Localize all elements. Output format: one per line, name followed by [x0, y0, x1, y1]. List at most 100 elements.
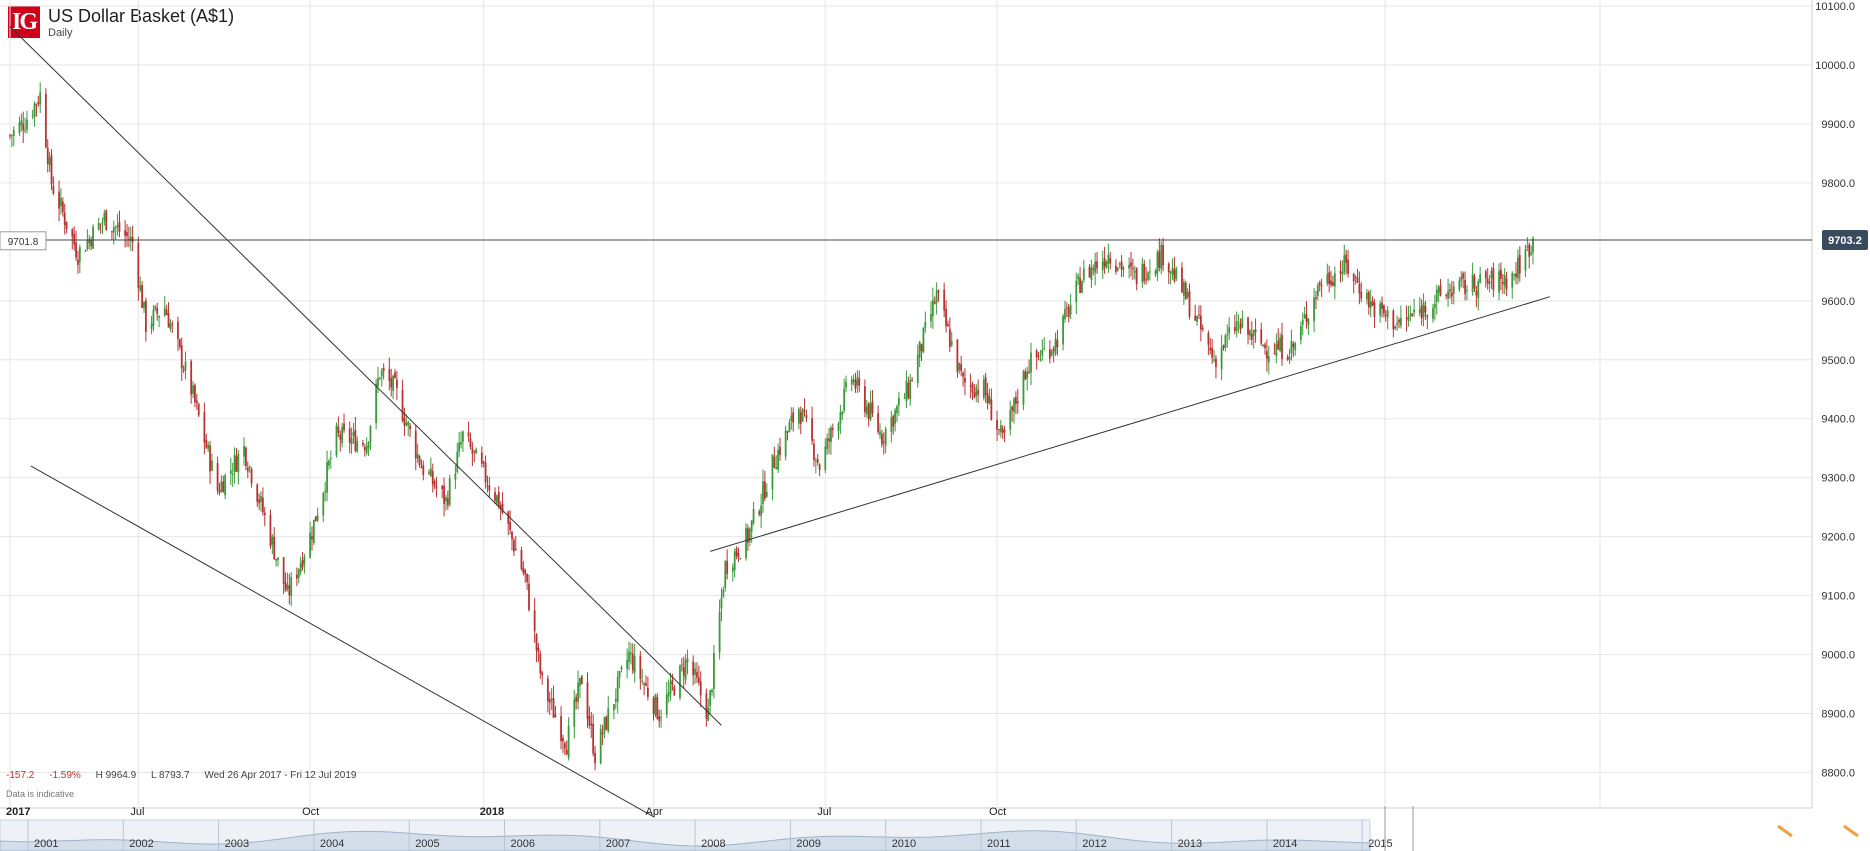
candle-body: [652, 697, 655, 714]
candle-down: [1473, 273, 1476, 292]
candle-down: [205, 433, 208, 449]
candle-body: [92, 226, 94, 249]
candle-up: [918, 341, 921, 368]
candle-body: [105, 210, 108, 230]
candle-body: [1028, 371, 1031, 374]
candle-down: [1320, 278, 1323, 297]
candle-body: [58, 191, 60, 209]
candle-body: [1343, 255, 1346, 273]
navigator-year-label: 2013: [1178, 838, 1202, 850]
scroll-left-arrow-icon[interactable]: [1774, 822, 1796, 840]
candle-down: [1367, 290, 1370, 315]
candle-up: [150, 315, 153, 335]
candle-body: [1016, 401, 1019, 404]
candle-body: [1105, 261, 1108, 268]
candle-up: [378, 376, 381, 381]
candle-body: [803, 410, 806, 412]
candle-body: [1199, 315, 1202, 330]
candle-body: [535, 634, 538, 651]
candle-body: [1486, 278, 1489, 284]
candle-body: [1290, 340, 1293, 354]
candle-down: [1500, 262, 1502, 291]
candle-down: [171, 320, 174, 333]
candle-body: [705, 693, 708, 719]
candle-body: [1347, 259, 1349, 274]
candle-up: [365, 437, 368, 456]
candle-body: [1043, 348, 1046, 350]
candle-body: [101, 221, 104, 223]
candle-body: [1381, 302, 1383, 309]
candle-down: [1332, 275, 1334, 287]
candle-down: [658, 709, 661, 728]
candle-down: [575, 693, 578, 710]
candle-body: [579, 678, 581, 687]
candle-body: [1224, 335, 1227, 348]
candle-body: [1052, 348, 1055, 351]
scroll-right-arrow-icon[interactable]: [1840, 822, 1862, 840]
candle-body: [850, 379, 853, 385]
candle-down: [1424, 300, 1427, 320]
candle-body: [312, 519, 315, 543]
candle-body: [488, 485, 491, 491]
candle-body: [339, 434, 342, 440]
candle-body: [575, 696, 578, 702]
candle-body: [737, 553, 740, 558]
candle-body: [1392, 310, 1395, 330]
candle-body: [1326, 274, 1329, 284]
candle-down: [586, 672, 589, 728]
navigator-year-label: 2006: [511, 838, 535, 850]
candle-down: [235, 448, 238, 473]
candle-body: [1220, 347, 1223, 370]
candle-body: [271, 536, 274, 545]
candle-down: [409, 422, 411, 438]
candle-body: [573, 699, 576, 727]
candle-down: [1209, 338, 1212, 355]
candle-body: [977, 390, 980, 395]
candle-body: [620, 667, 623, 670]
candle-up: [573, 689, 576, 739]
candle-up: [843, 378, 846, 414]
candle-body: [131, 237, 134, 242]
candle-body: [388, 369, 391, 381]
candle-body: [586, 682, 589, 719]
candle-body: [1147, 272, 1149, 280]
candle-body: [784, 430, 787, 457]
candle-body: [496, 495, 498, 504]
candle-up: [1148, 259, 1151, 281]
candle-body: [1054, 338, 1057, 354]
candle-body: [1503, 275, 1506, 286]
candle-body: [118, 222, 121, 232]
candle-body: [533, 610, 536, 632]
candle-body: [1490, 270, 1493, 279]
candle-up: [1303, 306, 1306, 319]
candlestick-chart[interactable]: 9703.2 9701.8 10100.0 10000.0 9900.0 9800.0 9…: [0, 0, 1870, 851]
candle-body: [1130, 262, 1132, 267]
candle-body: [195, 400, 198, 404]
candle-body: [114, 227, 117, 229]
candle-body: [969, 385, 972, 387]
candle-down: [747, 524, 749, 551]
candle-up: [722, 586, 725, 599]
candle-body: [618, 671, 621, 678]
candle-up: [1477, 278, 1480, 311]
candle-up: [694, 662, 696, 684]
candle-body: [467, 432, 470, 437]
candle-down: [1167, 262, 1170, 285]
candle-down: [441, 484, 444, 499]
candle-body: [590, 723, 593, 726]
candle-up: [328, 458, 330, 470]
candle-down: [646, 676, 649, 701]
candle-body: [1158, 251, 1161, 268]
candle-up: [33, 101, 36, 127]
candle-down: [735, 546, 738, 560]
candle-body: [1133, 271, 1136, 273]
candle-body: [65, 221, 68, 229]
candle-up: [211, 453, 213, 472]
candle-body: [881, 434, 883, 445]
candle-up: [709, 689, 712, 715]
candle-down: [222, 475, 225, 493]
candle-down: [533, 597, 536, 643]
candle-up: [669, 672, 672, 701]
candle-down: [63, 203, 66, 235]
candle-up: [1237, 314, 1240, 334]
